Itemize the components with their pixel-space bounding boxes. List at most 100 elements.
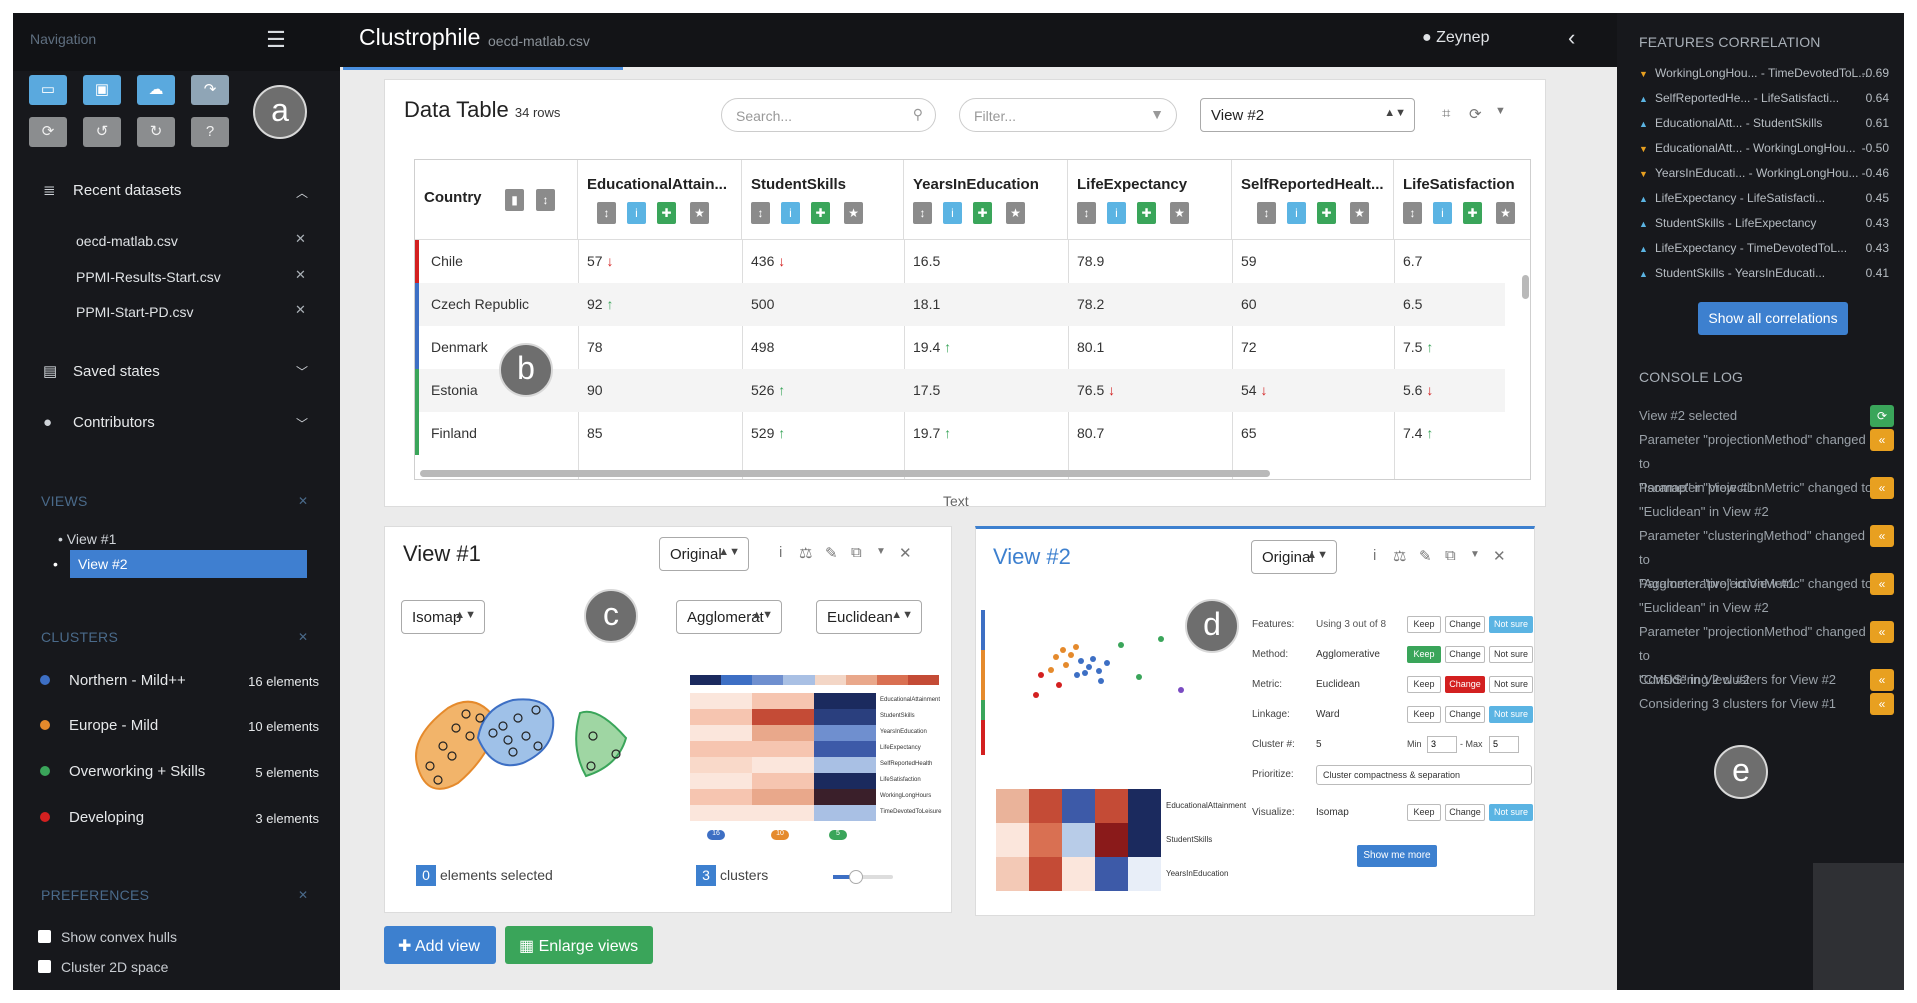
table-row[interactable]: Denmark 78 498 19.4 ↑ 80.1 72 7.5 ↑: [415, 326, 1505, 369]
chevron-up-icon[interactable]: ︿: [296, 184, 308, 201]
balance-icon[interactable]: ⚖: [1393, 547, 1406, 565]
hamburger-icon[interactable]: ☰: [261, 27, 291, 55]
refresh-icon[interactable]: ⟳: [1870, 405, 1894, 427]
star-icon[interactable]: ★: [1350, 202, 1369, 224]
star-icon[interactable]: ★: [1006, 202, 1025, 224]
view-select[interactable]: View #2 ▲▼: [1200, 98, 1415, 132]
checkbox[interactable]: [38, 930, 51, 943]
chevron-down-icon[interactable]: ﹀: [296, 415, 308, 432]
star-icon[interactable]: ★: [690, 202, 709, 224]
rewind-icon[interactable]: «: [1870, 429, 1894, 451]
caret-down-icon[interactable]: ▼: [1470, 549, 1480, 560]
not-sure-button[interactable]: Not sure: [1489, 804, 1533, 821]
info-icon[interactable]: i: [1433, 202, 1452, 224]
correlation-item[interactable]: ▼ YearsInEducati... - WorkingLongHou... -0…: [1639, 166, 1889, 180]
correlation-item[interactable]: ▼ WorkingLongHou... - TimeDevotedToL... -0…: [1639, 66, 1889, 80]
chevron-left-icon[interactable]: ‹: [1568, 25, 1575, 51]
chevron-down-icon[interactable]: ﹀: [296, 363, 308, 380]
saved-states-header[interactable]: ▤ Saved states: [43, 362, 160, 380]
star-icon[interactable]: ★: [844, 202, 863, 224]
sort-icon[interactable]: ↕: [597, 202, 616, 224]
close-icon[interactable]: ✕: [295, 231, 306, 247]
view1-mode-select[interactable]: Original ▲▼: [659, 537, 749, 571]
pref-convex-hulls[interactable]: Show convex hulls: [38, 929, 177, 945]
dataset-item[interactable]: PPMI-Results-Start.csv: [76, 269, 221, 285]
change-button[interactable]: Change: [1445, 676, 1485, 693]
add-view-button[interactable]: ✚ Add view: [384, 926, 496, 964]
rewind-icon[interactable]: «: [1870, 621, 1894, 643]
not-sure-button[interactable]: Not sure: [1489, 676, 1533, 693]
close-icon[interactable]: ✕: [298, 494, 308, 508]
view-item-selected[interactable]: View #2: [70, 550, 307, 578]
keep-button[interactable]: Keep: [1407, 646, 1441, 663]
pin-icon[interactable]: ✚: [811, 202, 830, 224]
save-icon[interactable]: ▣: [83, 75, 121, 105]
sort-icon[interactable]: ↕: [1403, 202, 1422, 224]
pref-cluster-2d[interactable]: Cluster 2D space: [38, 959, 168, 975]
star-icon[interactable]: ★: [1496, 202, 1515, 224]
correlation-item[interactable]: ▲ SelfReportedHe... - LifeSatisfacti... 0.…: [1639, 91, 1889, 105]
column-header[interactable]: LifeExpectancy ↕ i ✚ ★: [1068, 160, 1232, 239]
dataset-item[interactable]: oecd-matlab.csv: [76, 233, 178, 249]
edit-icon[interactable]: ✎: [1419, 547, 1432, 565]
caret-down-icon[interactable]: ▼: [876, 546, 886, 557]
cluster-name[interactable]: Northern - Mild++: [69, 672, 186, 689]
correlation-item[interactable]: ▲ StudentSkills - YearsInEducati... 0.41: [1639, 266, 1889, 280]
share-icon[interactable]: ↷: [191, 75, 229, 105]
info-icon[interactable]: i: [1287, 202, 1306, 224]
change-button[interactable]: Change: [1445, 616, 1485, 633]
rewind-icon[interactable]: «: [1870, 573, 1894, 595]
change-button[interactable]: Change: [1445, 804, 1485, 821]
clustering-select[interactable]: Agglomerat ▲▼: [676, 600, 782, 634]
close-icon[interactable]: ✕: [295, 267, 306, 283]
pin-icon[interactable]: ✚: [1463, 202, 1482, 224]
correlation-item[interactable]: ▲ StudentSkills - LifeExpectancy 0.43: [1639, 216, 1889, 230]
column-header[interactable]: LifeSatisfaction ↕ i ✚ ★: [1394, 160, 1530, 239]
pin-icon[interactable]: ✚: [1317, 202, 1336, 224]
change-button[interactable]: Change: [1445, 706, 1485, 723]
keep-button[interactable]: Keep: [1407, 616, 1441, 633]
help-icon[interactable]: ?: [191, 117, 229, 147]
correlation-item[interactable]: ▲ LifeExpectancy - LifeSatisfacti... 0.45: [1639, 191, 1889, 205]
info-icon[interactable]: i: [627, 202, 646, 224]
vertical-scrollbar[interactable]: [1522, 275, 1529, 299]
info-icon[interactable]: i: [779, 544, 782, 561]
cluster-name[interactable]: Developing: [69, 809, 144, 826]
contributors-header[interactable]: ● Contributors: [43, 414, 155, 431]
not-sure-button[interactable]: Not sure: [1489, 616, 1533, 633]
keep-button[interactable]: Keep: [1407, 706, 1441, 723]
filter-input[interactable]: Filter... ▼: [959, 98, 1177, 132]
enlarge-views-button[interactable]: ▦ Enlarge views: [505, 926, 653, 964]
view1-scatter-plot[interactable]: [408, 688, 658, 808]
not-sure-button[interactable]: Not sure: [1489, 706, 1533, 723]
table-row[interactable]: Finland 85 529 ↑ 19.7 ↑ 80.7 65 7.4 ↑: [415, 412, 1505, 455]
star-icon[interactable]: ★: [1170, 202, 1189, 224]
correlation-item[interactable]: ▲ EducationalAtt... - StudentSkills 0.61: [1639, 116, 1889, 130]
close-icon[interactable]: ✕: [298, 630, 308, 644]
refresh-icon[interactable]: ⟳: [29, 117, 67, 147]
correlation-item[interactable]: ▲ LifeExpectancy - TimeDevotedToL... 0.43: [1639, 241, 1889, 255]
cluster-name[interactable]: Europe - Mild: [69, 717, 158, 734]
close-icon[interactable]: ✕: [1493, 547, 1506, 565]
view2-scatter-plot[interactable]: [981, 595, 1201, 780]
view-item[interactable]: • View #1: [58, 531, 116, 547]
table-row[interactable]: Chile 57 ↓ 436 ↓ 16.5 78.9 59 6.7: [415, 240, 1505, 283]
close-icon[interactable]: ✕: [899, 544, 912, 562]
pin-icon[interactable]: ✚: [657, 202, 676, 224]
rewind-icon[interactable]: «: [1870, 669, 1894, 691]
rewind-icon[interactable]: «: [1870, 525, 1894, 547]
rewind-icon[interactable]: «: [1870, 477, 1894, 499]
copy-icon[interactable]: ⧉: [851, 544, 862, 561]
horizontal-scrollbar[interactable]: [420, 470, 1270, 477]
max-input[interactable]: 5: [1489, 736, 1519, 753]
column-header[interactable]: SelfReportedHealt... ↕ i ✚ ★: [1232, 160, 1394, 239]
rewind-icon[interactable]: «: [1870, 693, 1894, 715]
redo-icon[interactable]: ↻: [137, 117, 175, 147]
dataset-item[interactable]: PPMI-Start-PD.csv: [76, 304, 193, 320]
info-icon[interactable]: i: [943, 202, 962, 224]
projection-select[interactable]: Isomap ▲▼: [401, 600, 485, 634]
caret-down-icon[interactable]: ▼: [1495, 105, 1506, 117]
correlation-item[interactable]: ▼ EducationalAtt... - WorkingLongHou... -0…: [1639, 141, 1889, 155]
metric-select[interactable]: Euclidean ▲▼: [816, 600, 922, 634]
user-menu[interactable]: ● Zeynep: [1422, 29, 1489, 47]
